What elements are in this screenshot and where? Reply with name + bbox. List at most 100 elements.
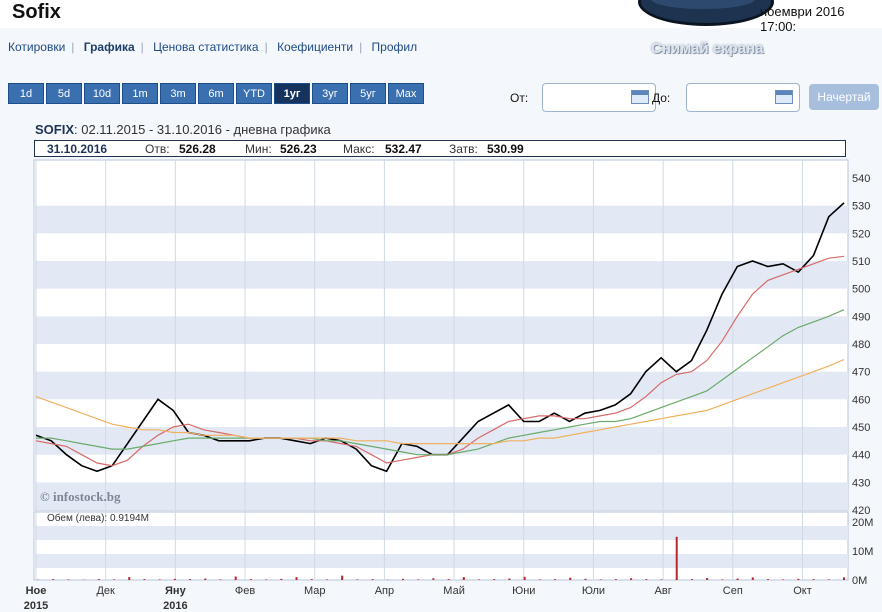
volume-bar (797, 578, 800, 580)
grid-band (34, 316, 848, 344)
clock-face (651, 0, 755, 9)
volume-bar (401, 578, 404, 580)
y-tick-label: 520 (852, 228, 870, 240)
nav-separator: | (140, 40, 144, 54)
chart-heading: SOFIX: 02.11.2015 - 31.10.2016 - дневна … (35, 122, 331, 137)
stat-max-label: Макс: (343, 142, 375, 156)
period-3m-button[interactable]: 3m (160, 83, 196, 104)
calendar-icon[interactable] (775, 90, 793, 104)
volume-bar (523, 576, 526, 580)
x-tick-label: Окт (793, 585, 812, 597)
from-date-input[interactable] (542, 83, 656, 112)
datetime-text: ноември 2016 17:00: (760, 4, 845, 34)
to-label: До: (652, 91, 671, 105)
volume-bar (508, 578, 511, 580)
period-10d-button[interactable]: 10d (84, 83, 120, 104)
price-line (35, 202, 845, 473)
volume-bar (113, 579, 116, 580)
x-tick-label: Юли (582, 585, 605, 597)
period-buttons: 1d 5d 10d 1m 3m 6m YTD 1уг 3уг 5уг Max (8, 83, 424, 104)
volume-bar (280, 578, 283, 580)
period-5y-button[interactable]: 5уг (350, 83, 386, 104)
stat-open-label: Отв: (145, 142, 170, 156)
period-ytd-button[interactable]: YTD (236, 83, 272, 104)
volume-bar (204, 578, 207, 580)
screenshot-button[interactable]: Снимай екрана (651, 40, 764, 57)
stat-close-label: Затв: (449, 142, 478, 156)
calendar-icon[interactable] (631, 90, 649, 104)
y-tick-label: 470 (852, 367, 870, 379)
chart-symbol: SOFIX (35, 122, 75, 137)
volume-bar (675, 536, 678, 580)
tab-chart[interactable]: Графика (84, 40, 135, 54)
volume-area (33, 511, 849, 581)
plot-area (33, 159, 849, 511)
x-tick-label: Фев (235, 585, 255, 597)
watermark: © infostock.bg (40, 489, 121, 504)
period-max-button[interactable]: Max (388, 83, 424, 104)
y-tick-label: 530 (852, 201, 870, 213)
y-tick-label: 450 (852, 422, 870, 434)
volume-bar (812, 579, 815, 580)
volume-bar (736, 578, 739, 580)
grid-band (34, 427, 848, 455)
y-tick-label: 430 (852, 477, 870, 489)
period-6m-button[interactable]: 6m (198, 83, 234, 104)
volume-bar (432, 578, 435, 580)
volume-bar (265, 579, 268, 580)
tab-price-stats[interactable]: Ценова статистика (153, 40, 258, 54)
x-tick-label: Май (443, 585, 465, 597)
volume-bar (295, 577, 298, 580)
period-5d-button[interactable]: 5d (46, 83, 82, 104)
nav-tabs: Котировки | Графика | Ценова статистика | К… (8, 40, 423, 54)
y-axis-ticks: 540 530 520 510 500 490 480 470 460 450 440 430 4202… (852, 173, 873, 587)
to-date-input[interactable] (686, 83, 800, 112)
volume-tick-label: 10M (852, 546, 873, 558)
grid-band (34, 482, 848, 510)
volume-bar (782, 579, 785, 580)
sma20-line (35, 255, 845, 467)
volume-bar (843, 577, 845, 580)
period-3y-button[interactable]: 3уг (312, 83, 348, 104)
volume-bar (493, 579, 496, 580)
legend-sma100: SMA(100): 474.4 (245, 162, 321, 173)
grid-band (34, 554, 848, 568)
volume-bar (341, 575, 344, 580)
stat-max: 532.47 (385, 142, 422, 156)
period-1m-button[interactable]: 1m (122, 83, 158, 104)
x-tick-year: 2016 (163, 600, 187, 612)
from-label: От: (510, 91, 529, 105)
stat-date: 31.10.2016 (47, 142, 108, 156)
period-1y-button[interactable]: 1уг (274, 83, 310, 104)
grid-band (34, 205, 848, 234)
tab-ratios[interactable]: Коефициенти (277, 40, 353, 54)
tab-quotes[interactable]: Котировки (8, 40, 65, 54)
volume-bar (447, 579, 450, 580)
y-tick-label: 440 (852, 450, 870, 462)
volume-bar (356, 579, 359, 580)
draw-button[interactable]: Начертай (809, 84, 879, 110)
y-tick-label: 490 (852, 311, 870, 323)
volume-tick-label: 0M (852, 575, 867, 587)
nav-separator: | (71, 40, 75, 54)
sma100-line (35, 358, 845, 445)
legend-sma20: SMA(20): 511.7 (47, 162, 117, 173)
period-1d-button[interactable]: 1d (8, 83, 44, 104)
volume-bar (143, 579, 146, 580)
grid-band (34, 261, 848, 289)
x-tick-label: Яну (165, 585, 187, 597)
y-tick-label: 540 (852, 173, 870, 185)
volume-bar (97, 579, 100, 580)
stat-min-label: Мин: (245, 142, 272, 156)
volume-bar (219, 579, 222, 580)
volume-bar (721, 579, 724, 580)
grid-band (34, 526, 848, 540)
top-bar: Sofix ноември 2016 17:00: (0, 0, 882, 34)
x-tick-label: Ное (26, 585, 47, 597)
tab-profile[interactable]: Профил (372, 40, 418, 54)
grid-band (34, 371, 848, 400)
x-tick-label: Авг (655, 585, 672, 597)
volume-bar (128, 577, 131, 580)
volume-bar (478, 579, 481, 580)
volume-bar (189, 579, 192, 580)
